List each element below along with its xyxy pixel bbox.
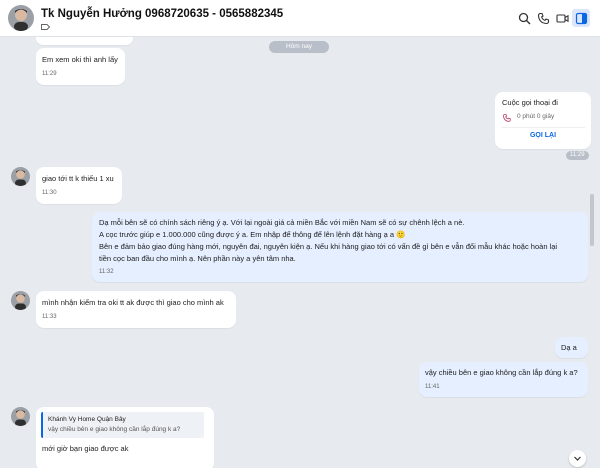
scroll-to-bottom-button[interactable] [569,450,586,467]
message-text: vậy chiều bên e giao không cần lắp đúng … [425,368,578,377]
message-time: 11:32 [99,269,114,275]
contact-name[interactable]: Tk Nguyễn Hưởng 0968720635 - 0565882345 [41,8,283,20]
message-time: 11:33 [42,314,57,320]
message-bubble-partial[interactable] [36,37,133,45]
tag-icon[interactable] [41,24,50,30]
sender-avatar[interactable] [11,291,30,310]
contact-avatar[interactable] [8,5,34,31]
message-line: Dạ mỗi bên sẽ có chính sách riêng ý ạ. V… [99,218,465,227]
date-divider: Hôm nay [269,41,329,53]
search-button[interactable] [515,9,533,27]
message-time: 11:30 [42,190,57,196]
outgoing-message[interactable]: vậy chiều bên e giao không cần lắp đúng … [419,362,588,397]
message-line: Bên e đảm bảo giao đúng hàng mới, nguyên… [99,242,558,251]
outgoing-call-icon [503,114,511,122]
quoted-sender: Khánh Vy Home Quận Bảy [48,416,126,423]
toggle-info-panel-button[interactable] [572,9,590,27]
message-time: 11:29 [42,71,57,77]
call-duration: 0 phút 0 giây [517,113,555,120]
incoming-message[interactable]: Em xem oki thì anh lấy 11:29 [36,48,125,85]
sidebar-toggle-icon [575,12,587,24]
incoming-message[interactable]: mình nhận kiểm tra oki tt ak được thì gi… [36,291,236,328]
phone-icon [537,12,549,24]
message-text: Dạ a [561,343,577,352]
outgoing-call-card[interactable]: Cuộc gọi thoại đi 0 phút 0 giây GỌI LẠI [495,92,591,149]
sender-avatar[interactable] [11,407,30,426]
quoted-text: vậy chiều bên e giao không cần lắp đúng … [48,426,181,433]
call-title: Cuộc gọi thoại đi [502,98,558,107]
call-back-button[interactable]: GỌI LẠI [495,132,591,139]
video-icon [555,13,569,23]
search-icon [518,12,530,24]
message-line: tiền cọc ban đầu cho mình ạ. Nên phần nà… [99,254,296,263]
message-text: mình nhận kiểm tra oki tt ak được thì gi… [42,298,224,307]
sender-avatar[interactable] [11,167,30,186]
video-call-button[interactable] [553,9,571,27]
chat-scrollbar[interactable] [590,194,594,246]
outgoing-message[interactable]: Dạ a [555,337,588,358]
chat-header: Tk Nguyễn Hưởng 0968720635 - 0565882345 [0,0,600,37]
chevron-down-icon [574,456,581,461]
message-text: Em xem oki thì anh lấy [42,55,118,64]
message-time: 11:41 [425,384,440,390]
message-line: A cọc trước giúp e 1.000.000 cũng được ý… [99,230,406,239]
message-text: mới giờ bạn giao được ak [42,444,129,453]
message-list[interactable]: Hôm nay Em xem oki thì anh lấy 11:29 Cuộ… [0,37,600,468]
incoming-reply-message[interactable]: Khánh Vy Home Quận Bảy vậy chiều bên e g… [36,407,214,468]
message-text: giao tới tt k thiếu 1 xu [42,174,114,183]
incoming-message[interactable]: giao tới tt k thiếu 1 xu 11:30 [36,167,122,204]
quoted-message[interactable]: Khánh Vy Home Quận Bảy vậy chiều bên e g… [41,412,204,438]
voice-call-button[interactable] [534,9,552,27]
call-time: 11:29 [566,151,589,160]
outgoing-message[interactable]: Dạ mỗi bên sẽ có chính sách riêng ý ạ. V… [92,212,588,282]
call-card-divider [501,127,585,128]
